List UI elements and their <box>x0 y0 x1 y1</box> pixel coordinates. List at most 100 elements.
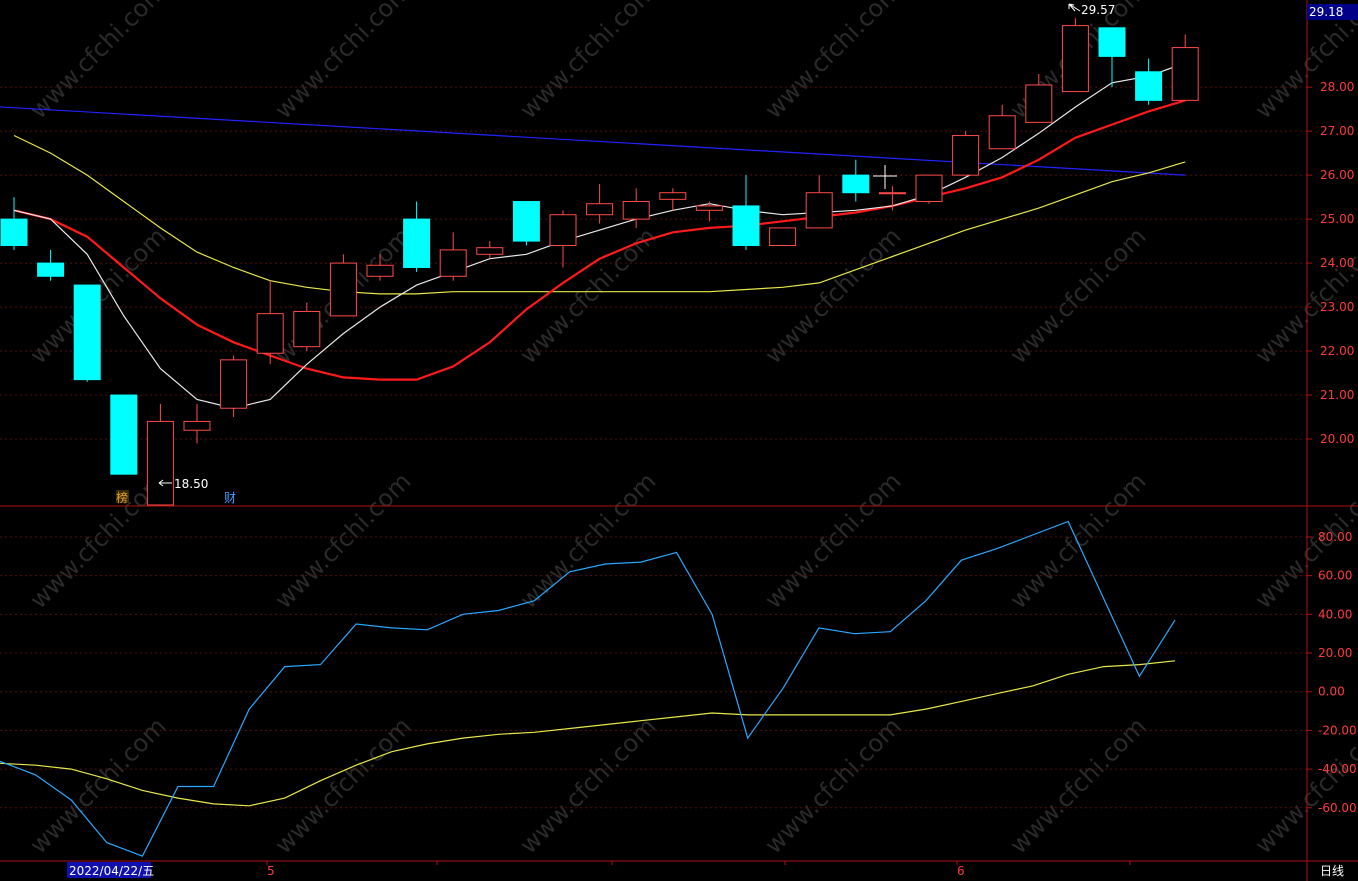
candle-body <box>293 310 321 348</box>
candle-body <box>622 201 650 220</box>
candle-body <box>146 420 174 506</box>
candle-body <box>842 174 870 194</box>
candle-body <box>549 214 577 247</box>
period-label[interactable]: 日线 <box>1320 864 1344 878</box>
price-tick-label: 20.00 <box>1320 432 1354 446</box>
watermark-text: www.cfchi.com <box>514 712 661 859</box>
badge-bang[interactable]: 榜 <box>116 490 129 505</box>
low-label: 18.50 <box>174 477 208 491</box>
time-axis: 2022/04/22/五 5 6 日线 <box>67 862 1344 878</box>
candle <box>183 403 211 444</box>
watermark-text: www.cfchi.com <box>24 0 171 124</box>
candle <box>805 175 833 229</box>
ma-white-line <box>13 62 1186 409</box>
candle <box>732 175 760 250</box>
candle <box>842 159 870 202</box>
candle <box>37 249 65 281</box>
osc-tick-label: -40.00 <box>1318 762 1357 776</box>
candle <box>1171 34 1199 101</box>
candle-body <box>329 262 357 317</box>
candle-body <box>403 218 431 268</box>
osc-tick-label: 40.00 <box>1318 607 1352 621</box>
candle-body <box>1171 47 1199 101</box>
watermark-text: www.cfchi.com <box>269 0 416 124</box>
candle-body <box>805 192 833 229</box>
watermark-text: www.cfchi.com <box>759 712 906 859</box>
candle-body <box>73 284 101 381</box>
month-6-label: 6 <box>957 864 965 878</box>
date-label: 2022/04/22/五 <box>69 864 154 878</box>
price-tick-label: 27.00 <box>1320 124 1354 138</box>
chart-stage: www.cfchi.com www.cfchi.com www.cfchi.com w… <box>0 0 1358 881</box>
watermark-text: www.cfchi.com <box>759 0 906 124</box>
candle <box>915 174 943 204</box>
candle-body <box>586 203 614 216</box>
high-arrow-icon <box>1068 3 1081 12</box>
watermark-text: www.cfchi.com <box>24 712 171 859</box>
candle <box>439 232 467 281</box>
cursor-crosshair-icon <box>873 165 897 189</box>
candle <box>769 227 797 247</box>
candle-body <box>952 135 980 176</box>
osc-tick-label: 0.00 <box>1318 685 1345 699</box>
candle-body <box>366 264 394 277</box>
grid-layer <box>0 86 1312 809</box>
candle <box>1061 18 1089 93</box>
candle <box>695 201 723 222</box>
candle-body <box>183 420 211 431</box>
candle <box>512 201 540 246</box>
candle <box>220 355 248 418</box>
candle-body <box>769 227 797 247</box>
watermark-text: www.cfchi.com <box>514 222 661 369</box>
price-tick-label: 28.00 <box>1320 80 1354 94</box>
watermark-text: www.cfchi.com <box>269 467 416 614</box>
price-tick-label: 23.00 <box>1320 300 1354 314</box>
watermark-text: www.cfchi.com <box>269 712 416 859</box>
osc-tick-label: 60.00 <box>1318 569 1352 583</box>
current-price-label: 29.18 <box>1309 5 1343 19</box>
candle-body <box>659 192 687 200</box>
price-tick-label: 24.00 <box>1320 256 1354 270</box>
osc-tick-label: 20.00 <box>1318 646 1352 660</box>
month-5-label: 5 <box>267 864 275 878</box>
candle-body <box>476 247 504 255</box>
candle-body <box>110 394 138 475</box>
candle <box>110 394 138 475</box>
badge-bang-label: 榜 <box>116 490 128 505</box>
candle <box>403 201 431 272</box>
candle-body <box>220 359 248 409</box>
candle <box>1135 58 1163 105</box>
candle <box>146 403 174 506</box>
current-price-tag: 29.18 <box>1307 4 1358 20</box>
candle <box>0 197 28 250</box>
candle-body <box>732 205 760 247</box>
high-label: 29.57 <box>1081 3 1115 17</box>
candle <box>659 188 687 211</box>
candle-body <box>1061 25 1089 93</box>
candle-body <box>1025 84 1053 123</box>
candle-body <box>512 201 540 242</box>
watermark-text: www.cfchi.com <box>1004 467 1151 614</box>
candle-body <box>256 313 284 354</box>
watermark-text: www.cfchi.com <box>759 467 906 614</box>
candle <box>329 254 357 317</box>
moving-average-lines <box>0 62 1186 409</box>
candle-body <box>1098 27 1126 57</box>
candle-body <box>1135 71 1163 101</box>
candle <box>952 131 980 176</box>
osc-tick-label: -60.00 <box>1318 801 1357 815</box>
candle <box>549 210 577 268</box>
candle-body <box>37 262 65 277</box>
watermark-text: www.cfchi.com <box>1004 712 1151 859</box>
candle-body <box>0 218 28 247</box>
price-tick-label: 21.00 <box>1320 388 1354 402</box>
candle-body <box>439 249 467 277</box>
axis-frame <box>0 0 1358 881</box>
watermark-text: www.cfchi.com <box>1004 222 1151 369</box>
candle-body <box>695 205 723 211</box>
candle <box>256 280 284 365</box>
watermark-text: www.cfchi.com <box>514 467 661 614</box>
y-axis-tick-labels: 20.00 21.00 22.00 23.00 24.00 25.00 26.00 27.00… <box>1318 80 1357 815</box>
badge-cai[interactable]: 财 <box>224 491 236 505</box>
watermark-text: www.cfchi.com <box>514 0 661 124</box>
